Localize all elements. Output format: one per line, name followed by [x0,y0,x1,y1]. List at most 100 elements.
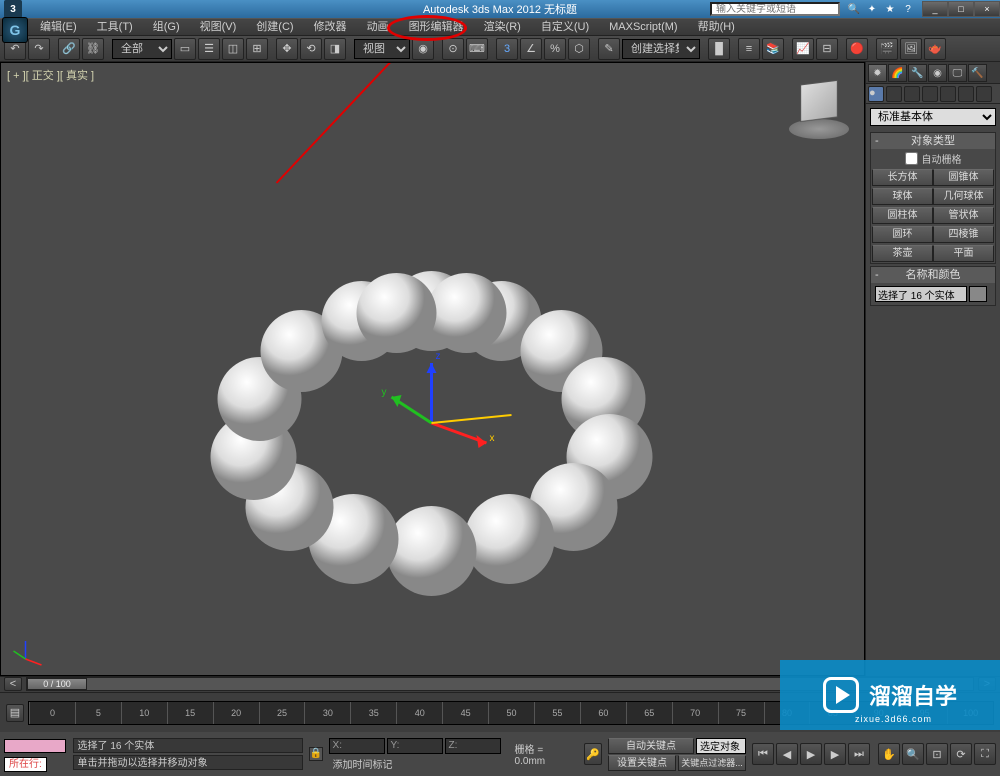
coord-z[interactable]: Z: [445,738,501,754]
snap-button[interactable]: 3 [496,38,518,60]
lock-icon[interactable]: 🔒 [309,747,323,761]
key-filters-button[interactable]: 关键点过滤器... [678,755,746,771]
tab-modify[interactable]: 🌈 [888,64,907,82]
window-crossing-button[interactable]: ⊞ [246,38,268,60]
minimize-button[interactable]: _ [922,1,948,17]
selection-filter[interactable]: 全部 [112,39,172,59]
link-button[interactable]: 🔗 [58,38,80,60]
tab-motion[interactable]: ◉ [928,64,947,82]
object-name-input[interactable] [875,286,967,302]
align-button[interactable]: ≡ [738,38,760,60]
angle-snap-button[interactable]: ∠ [520,38,542,60]
coord-x[interactable]: X: [329,738,385,754]
maximize-button[interactable]: □ [948,1,974,17]
btn-pyramid[interactable]: 四棱锥 [933,226,994,243]
btn-tube[interactable]: 管状体 [933,207,994,224]
time-slider-thumb[interactable]: 0 / 100 [27,678,87,690]
btn-torus[interactable]: 圆环 [872,226,933,243]
sub-spacewarps[interactable] [958,86,974,102]
menu-customize[interactable]: 自定义(U) [531,18,599,36]
select-region-button[interactable]: ◫ [222,38,244,60]
menu-group[interactable]: 组(G) [143,18,190,36]
render-setup-button[interactable]: 🎬 [876,38,898,60]
rollout-header[interactable]: 对象类型 [871,133,995,149]
key-mode-icon[interactable]: 🔑 [584,743,602,765]
viewport[interactable]: z x y [ + ][ 正交 ][ 真实 ] [0,62,865,676]
rollout-header-2[interactable]: 名称和颜色 [871,267,995,283]
ref-coord-system[interactable]: 视图 [354,39,410,59]
spinner-snap-button[interactable]: ⬡ [568,38,590,60]
curve-editor-button[interactable]: 📈 [792,38,814,60]
mirror-button[interactable]: ▐▌ [708,38,730,60]
redo-button[interactable]: ↷ [28,38,50,60]
add-time-tag[interactable]: 添加时间标记 [329,756,501,771]
btn-plane[interactable]: 平面 [933,245,994,262]
btn-geosphere[interactable]: 几何球体 [933,188,994,205]
btn-sphere[interactable]: 球体 [872,188,933,205]
zoom-extents-button[interactable]: ⊡ [926,743,948,765]
goto-end-button[interactable]: ⏭ [848,743,870,765]
edit-named-sel-button[interactable]: ✎ [598,38,620,60]
pivot-button[interactable]: ◉ [412,38,434,60]
named-selection-set[interactable]: 创建选择集 [622,39,700,59]
btn-box[interactable]: 长方体 [872,169,933,186]
info-icon[interactable]: ? [900,1,916,17]
material-editor-button[interactable]: 🔴 [846,38,868,60]
btn-cone[interactable]: 圆锥体 [933,169,994,186]
btn-cylinder[interactable]: 圆柱体 [872,207,933,224]
menu-edit[interactable]: 编辑(E) [30,18,87,36]
app-icon[interactable]: 3 [4,0,22,18]
move-button[interactable]: ✥ [276,38,298,60]
search-input[interactable] [710,2,840,16]
search-icon[interactable]: 🔍 [846,1,862,17]
zoom-button[interactable]: 🔍 [902,743,924,765]
select-button[interactable]: ▭ [174,38,196,60]
orbit-button[interactable]: ⟳ [950,743,972,765]
pan-button[interactable]: ✋ [878,743,900,765]
schematic-button[interactable]: ⊟ [816,38,838,60]
app-menu-button[interactable]: G [2,17,28,43]
help-icon[interactable]: ✦ [864,1,880,17]
percent-snap-button[interactable]: % [544,38,566,60]
play-button[interactable]: ▶ [800,743,822,765]
tab-display[interactable]: 🖵 [948,64,967,82]
tab-hierarchy[interactable]: 🔧 [908,64,927,82]
goto-start-button[interactable]: ⏮ [752,743,774,765]
viewport-label[interactable]: [ + ][ 正交 ][ 真实 ] [7,67,94,83]
layers-button[interactable]: 📚 [762,38,784,60]
coord-y[interactable]: Y: [387,738,443,754]
key-target-select[interactable] [696,738,746,754]
manipulate-button[interactable]: ⊙ [442,38,464,60]
prev-frame-button[interactable]: ◀ [776,743,798,765]
rendered-frame-button[interactable]: 🖼 [900,38,922,60]
render-button[interactable]: 🫖 [924,38,946,60]
sub-lights[interactable] [904,86,920,102]
set-key-button[interactable]: 设置关键点 [608,755,676,771]
unlink-button[interactable]: ⛓ [82,38,104,60]
viewcube[interactable] [784,73,854,143]
category-select[interactable]: 标准基本体 [870,108,996,126]
menu-create[interactable]: 创建(C) [246,18,303,36]
tab-create[interactable]: ✹ [868,64,887,82]
btn-teapot[interactable]: 茶壶 [872,245,933,262]
sub-cameras[interactable] [922,86,938,102]
star-icon[interactable]: ★ [882,1,898,17]
tab-utilities[interactable]: 🔨 [968,64,987,82]
max-viewport-button[interactable]: ⛶ [974,743,996,765]
close-button[interactable]: × [974,1,1000,17]
menu-maxscript[interactable]: MAXScript(M) [599,18,687,36]
track-button[interactable]: ▤ [6,704,24,722]
auto-key-button[interactable]: 自动关键点 [608,738,694,754]
menu-animation[interactable]: 动画 [357,18,399,36]
sub-shapes[interactable] [886,86,902,102]
sub-systems[interactable] [976,86,992,102]
auto-grid-checkbox[interactable] [905,152,918,165]
timeline-config-button[interactable]: < [4,677,22,691]
select-name-button[interactable]: ☰ [198,38,220,60]
sub-geometry[interactable]: ● [868,86,884,102]
menu-graph[interactable]: 图形编辑器 [399,18,474,36]
menu-render[interactable]: 渲染(R) [474,18,531,36]
keyboard-button[interactable]: ⌨ [466,38,488,60]
menu-view[interactable]: 视图(V) [190,18,247,36]
scale-button[interactable]: ◨ [324,38,346,60]
